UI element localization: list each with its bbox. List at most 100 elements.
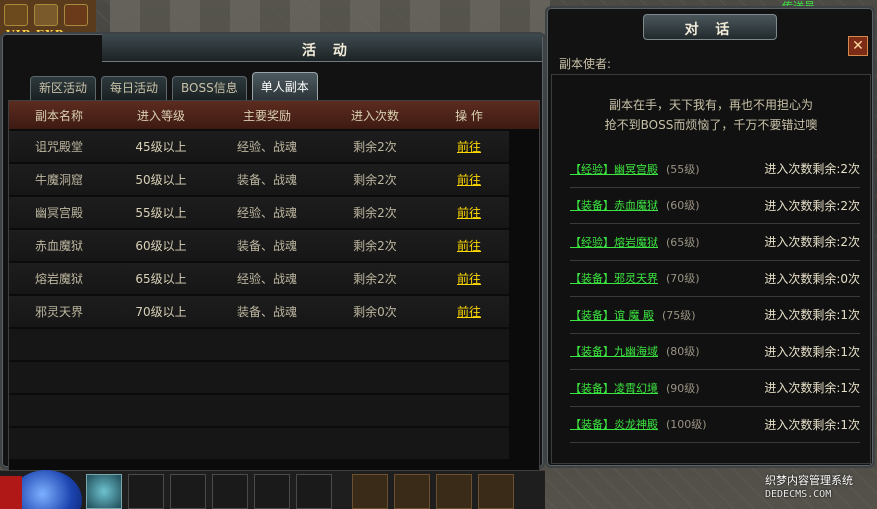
list-item: 【装备】赤血魔狱 (60级) 进入次数剩余:2次	[570, 188, 860, 224]
empty-row	[9, 428, 509, 459]
remaining-entries: 进入次数剩余:1次	[764, 417, 860, 432]
dungeon-name: 熔岩魔狱	[34, 272, 83, 286]
dungeon-level: (60级)	[666, 199, 700, 213]
skill-slot[interactable]	[170, 474, 206, 509]
main-reward: 经验、战魂	[236, 272, 297, 286]
dungeon-name: 诅咒殿堂	[34, 140, 83, 154]
dungeon-name: 赤血魔狱	[34, 239, 83, 253]
dungeon-level: (90级)	[666, 381, 700, 395]
skill-slot[interactable]	[436, 474, 472, 509]
buff-icon[interactable]	[34, 4, 58, 26]
dialog-title: 对 话	[684, 22, 736, 38]
entry-times: 剩余2次	[353, 206, 397, 220]
skill-slot[interactable]	[254, 474, 290, 509]
skill-slot-gem-icon[interactable]	[86, 474, 122, 509]
skill-slot[interactable]	[296, 474, 332, 509]
dungeon-link[interactable]: 【装备】炎龙神殿	[570, 416, 658, 432]
entry-times: 剩余2次	[353, 272, 397, 286]
go-button[interactable]: 前往	[457, 206, 481, 220]
table-row: 幽冥宫殿 55级以上 经验、战魂 剩余2次 前往	[9, 197, 509, 228]
entry-times: 剩余2次	[353, 173, 397, 187]
dungeon-link[interactable]: 【经验】幽冥宫殿	[570, 161, 658, 177]
remaining-entries: 进入次数剩余:1次	[764, 308, 860, 323]
activity-tabs: 新区活动 每日活动 BOSS信息 单人副本	[30, 72, 318, 100]
main-reward: 经验、战魂	[236, 140, 297, 154]
skill-slot[interactable]	[394, 474, 430, 509]
remaining-entries: 进入次数剩余:2次	[764, 235, 860, 250]
empty-row	[9, 329, 509, 360]
npc-name: 副本使者:	[559, 57, 612, 71]
column-header: 副本名称	[34, 108, 83, 123]
list-item: 【装备】邪灵天界 (70级) 进入次数剩余:0次	[570, 261, 860, 297]
dungeon-link[interactable]: 【装备】凌霄幻境	[570, 380, 658, 396]
dungeon-name: 邪灵天界	[34, 305, 83, 319]
dungeon-level: (80级)	[666, 345, 700, 359]
entry-level: 50级以上	[135, 173, 187, 187]
skill-slot[interactable]	[212, 474, 248, 509]
entry-level: 60级以上	[135, 239, 187, 253]
column-header: 操 作	[455, 108, 483, 123]
dungeon-name: 牛魔洞窟	[34, 173, 83, 187]
table-row: 赤血魔狱 60级以上 装备、战魂 剩余2次 前往	[9, 230, 509, 261]
dungeon-link[interactable]: 【装备】邪灵天界	[570, 270, 658, 286]
remaining-entries: 进入次数剩余:2次	[764, 162, 860, 177]
main-reward: 装备、战魂	[236, 239, 297, 253]
empty-row	[9, 362, 509, 393]
go-button[interactable]: 前往	[457, 272, 481, 286]
dungeon-link[interactable]: 【装备】谊 魔 殿	[570, 307, 654, 323]
skill-slot[interactable]	[128, 474, 164, 509]
skill-slot[interactable]	[478, 474, 514, 509]
dungeon-level: (55级)	[666, 162, 700, 176]
go-button[interactable]: 前往	[457, 173, 481, 187]
dungeon-link[interactable]: 【装备】九幽海域	[570, 343, 658, 359]
intro-text: 副本在手，天下我有，再也不用担心为 抢不到BOSS而烦恼了，千万不要错过噢	[604, 98, 818, 132]
dungeon-level: (75级)	[662, 308, 696, 322]
column-header: 进入等级	[136, 108, 185, 123]
table-header: 副本名称 进入等级 主要奖励 进入次数 操 作	[9, 101, 539, 129]
buff-icon[interactable]	[4, 4, 28, 26]
go-button[interactable]: 前往	[457, 305, 481, 319]
entry-times: 剩余2次	[353, 140, 397, 154]
dungeon-table: 副本名称 进入等级 主要奖励 进入次数 操 作 诅咒殿堂 45级以上 经验、战魂…	[8, 100, 540, 488]
dialog-title-bar: 对 话	[643, 14, 777, 40]
tab-single-dungeon[interactable]: 单人副本	[251, 72, 318, 100]
dungeon-name: 幽冥宫殿	[34, 206, 83, 220]
go-button[interactable]: 前往	[457, 239, 481, 253]
entry-times: 剩余2次	[353, 239, 397, 253]
buff-icon[interactable]	[64, 4, 88, 26]
activity-panel: 活 动 新区活动 每日活动 BOSS信息 单人副本 副本名称 进入等级 主要奖励…	[0, 32, 545, 488]
go-button[interactable]: 前往	[457, 140, 481, 154]
remaining-entries: 进入次数剩余:1次	[764, 344, 860, 359]
tab-daily-activity[interactable]: 每日活动	[101, 76, 168, 100]
skill-slot[interactable]	[352, 474, 388, 509]
tab-boss-info[interactable]: BOSS信息	[172, 76, 247, 100]
list-item: 【经验】熔岩魔狱 (65级) 进入次数剩余:2次	[570, 224, 860, 261]
dungeon-link[interactable]: 【经验】熔岩魔狱	[570, 234, 658, 250]
entry-times: 剩余0次	[353, 305, 397, 319]
dungeon-level: (100级)	[666, 418, 707, 432]
watermark: 织梦内容管理系统 DEDECMS.COM	[765, 474, 853, 500]
close-button[interactable]: ✕	[848, 36, 868, 56]
dungeon-level: (70级)	[666, 272, 700, 286]
dungeon-option-list: 【经验】幽冥宫殿 (55级) 进入次数剩余:2次 【装备】赤血魔狱 (60级) …	[570, 151, 860, 443]
dialog-content: 副本在手，天下我有，再也不用担心为 抢不到BOSS而烦恼了，千万不要错过噢 【经…	[551, 74, 871, 464]
remaining-entries: 进入次数剩余:1次	[764, 381, 860, 396]
list-item: 【装备】凌霄幻境 (90级) 进入次数剩余:1次	[570, 370, 860, 407]
stone-floor-pattern	[110, 0, 550, 34]
table-row: 熔岩魔狱 65级以上 经验、战魂 剩余2次 前往	[9, 263, 509, 294]
list-item: 【装备】谊 魔 殿 (75级) 进入次数剩余:1次	[570, 297, 860, 334]
dungeon-level: (65级)	[666, 235, 700, 249]
entry-level: 55级以上	[135, 206, 187, 220]
column-header: 主要奖励	[242, 108, 291, 123]
main-reward: 装备、战魂	[236, 305, 297, 319]
list-item: 【装备】炎龙神殿 (100级) 进入次数剩余:1次	[570, 407, 860, 443]
entry-level: 45级以上	[135, 140, 187, 154]
health-orb-icon	[0, 476, 22, 509]
dungeon-link[interactable]: 【装备】赤血魔狱	[570, 197, 658, 213]
tab-new-server-activity[interactable]: 新区活动	[30, 76, 97, 100]
npc-dialog-panel: 对 话 ✕ 副本使者: 副本在手，天下我有，再也不用担心为 抢不到BOSS而烦恼…	[545, 6, 875, 468]
column-header: 进入次数	[350, 108, 399, 123]
panel-title: 活 动	[302, 43, 353, 59]
list-item: 【经验】幽冥宫殿 (55级) 进入次数剩余:2次	[570, 151, 860, 188]
list-item: 【装备】九幽海域 (80级) 进入次数剩余:1次	[570, 334, 860, 370]
